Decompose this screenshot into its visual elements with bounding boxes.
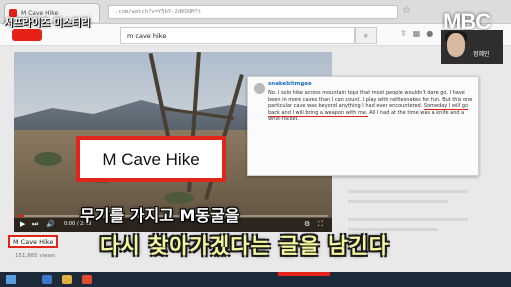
search-input[interactable]: m cave hike bbox=[120, 27, 355, 44]
subtitle-line-1: 무기를 가지고 M동굴을 bbox=[80, 206, 240, 225]
presenter-name: 정혜인 bbox=[473, 51, 490, 58]
comment-card: snakebitmgee No. I solo hike across moun… bbox=[247, 76, 479, 176]
show-title: 서프라이즈 미스터리 bbox=[4, 18, 91, 29]
view-count: 151,885 views bbox=[15, 253, 56, 259]
video-title: M Cave Hike bbox=[8, 235, 58, 248]
avatar[interactable] bbox=[254, 83, 265, 94]
settings-icon[interactable]: ⚙ bbox=[304, 220, 310, 228]
video-progress-fill bbox=[18, 215, 25, 217]
play-icon[interactable]: ▶ bbox=[20, 220, 25, 228]
search-icon: ⌕ bbox=[363, 31, 369, 40]
taskbar-active-indicator bbox=[278, 272, 330, 276]
next-icon[interactable]: ⏭ bbox=[32, 220, 38, 229]
volume-icon[interactable]: 🔊 bbox=[46, 220, 55, 228]
folder-icon[interactable] bbox=[62, 275, 72, 284]
apps-icon[interactable]: ▦ bbox=[413, 29, 427, 38]
sidebar-placeholder bbox=[348, 218, 468, 221]
comment-username[interactable]: snakebitmgee bbox=[268, 81, 312, 87]
windows-start-icon[interactable] bbox=[6, 275, 16, 284]
subtitle-line-2: 다시 찾아가겠다는 글을 남긴다 bbox=[100, 234, 390, 258]
sidebar-placeholder bbox=[348, 190, 468, 193]
notifications-icon[interactable]: ● bbox=[426, 29, 439, 38]
os-taskbar bbox=[0, 272, 511, 287]
presenter-face bbox=[447, 33, 465, 57]
sidebar-placeholder bbox=[348, 200, 448, 203]
presenter-inset: 정혜인 bbox=[441, 30, 503, 64]
upload-icon[interactable]: ⇪ bbox=[400, 29, 413, 38]
star-icon[interactable]: ☆ bbox=[402, 5, 411, 16]
ie-icon[interactable] bbox=[42, 275, 52, 284]
youtube-logo-icon[interactable] bbox=[12, 29, 42, 41]
header-icons: ⇪▦● bbox=[400, 29, 439, 38]
address-bar[interactable]: .com/watch?v=Y5bY-2dKOQM?t bbox=[108, 5, 398, 19]
zoom-label: M Cave Hike bbox=[102, 150, 200, 169]
comment-text: No. I solo hike across mountain tops tha… bbox=[268, 90, 473, 123]
fullscreen-icon[interactable]: ⛶ bbox=[318, 220, 323, 229]
video-title-zoom-callout: M Cave Hike bbox=[76, 136, 226, 182]
chrome-icon[interactable] bbox=[82, 275, 92, 284]
video-shrub bbox=[34, 152, 62, 166]
search-button[interactable]: ⌕ bbox=[355, 27, 377, 44]
